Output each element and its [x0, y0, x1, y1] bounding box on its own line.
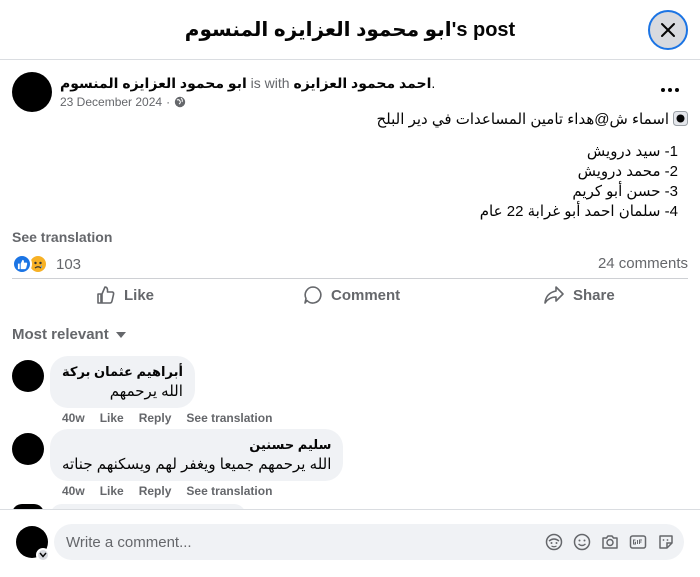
with-text: is with — [250, 75, 290, 91]
comment-text: الله يرحمهم — [109, 383, 183, 400]
reactions-summary[interactable]: 103 — [12, 254, 81, 274]
trailing-period: . — [431, 75, 436, 91]
commenter-avatar[interactable] — [12, 360, 44, 392]
composer-icons — [544, 532, 676, 552]
emoji-button[interactable] — [572, 532, 592, 552]
caret-down-icon — [115, 331, 126, 338]
dialog-header: ابو محمود العزايزه المنسوم's post — [0, 0, 700, 60]
comment-button[interactable]: Comment — [303, 285, 400, 305]
post-text: اسماء ش@هداء تامين المساعدات في دير البل… — [12, 110, 688, 222]
author-avatar[interactable] — [12, 72, 52, 112]
comment-bubble: سليم حسنين الله يرحمهم جميعا ويغفر لهم و… — [50, 429, 344, 481]
comment-reply-button[interactable]: Reply — [139, 484, 172, 498]
comment-like-button[interactable]: Like — [100, 484, 124, 498]
date-separator: · — [166, 95, 171, 109]
camera-button[interactable] — [600, 532, 620, 552]
comment-actions: 40w Like Reply See translation — [62, 484, 287, 498]
more-icon — [661, 88, 679, 92]
sticker-icon — [659, 535, 673, 549]
globe-icon — [174, 96, 186, 108]
dialog-title: ابو محمود العزايزه المنسوم's post — [184, 19, 516, 41]
comment-input[interactable] — [66, 524, 526, 560]
comment-age[interactable]: 40w — [62, 411, 85, 425]
post-date[interactable]: 23 December 2024 — [60, 95, 162, 109]
chevron-down-icon — [39, 552, 47, 558]
share-label: Share — [573, 286, 615, 304]
comment-input-box[interactable] — [54, 524, 684, 560]
commenter-name[interactable]: أبراهيم عثمان بركة — [62, 364, 183, 380]
emoji-icon — [573, 533, 591, 551]
commenter-name[interactable]: سليم حسنين — [62, 437, 331, 453]
list-item: 4- سلمان احمد أبو غرابة 22 عام — [479, 203, 678, 220]
comment-translate-link[interactable]: See translation — [186, 484, 272, 498]
camera-icon — [602, 535, 618, 549]
reaction-count: 103 — [56, 255, 82, 273]
like-label: Like — [124, 286, 155, 304]
comment-age[interactable]: 40w — [62, 484, 85, 498]
post-meta: 23 December 2024 · — [60, 95, 186, 109]
sticker-button[interactable] — [656, 532, 676, 552]
comment-text: الله يرحمهم جميعا ويغفر لهم ويسكنهم جنات… — [62, 456, 332, 473]
like-reaction-icon — [12, 254, 32, 274]
list-item: 2- محمد درويش — [577, 163, 678, 180]
post-intro: اسماء ش@هداء تامين المساعدات في دير البل… — [376, 111, 670, 128]
comment-label: Comment — [331, 286, 401, 304]
avatar-sticker-icon — [545, 533, 563, 551]
see-translation-link[interactable]: See translation — [12, 229, 112, 245]
comment-sort-dropdown[interactable]: Most relevant — [12, 326, 127, 343]
gif-button[interactable] — [628, 532, 648, 552]
author-line: ابو محمود العزايزه المنسوم is with احمد … — [60, 75, 435, 92]
share-icon — [544, 286, 564, 304]
like-button[interactable]: Like — [96, 285, 154, 305]
comment-actions: 40w Like Reply See translation — [62, 411, 287, 425]
comment-composer — [0, 509, 700, 577]
comment-icon — [304, 286, 322, 304]
comment-bubble: أبراهيم عثمان بركة الله يرحمهم — [50, 356, 195, 408]
account-switch-badge[interactable] — [36, 548, 50, 562]
avatar-sticker-button[interactable] — [544, 532, 564, 552]
tagged-name[interactable]: احمد محمود العزايزه — [293, 75, 431, 91]
list-item: 1- سيد درويش — [586, 143, 678, 160]
more-options-button[interactable] — [658, 80, 682, 100]
post-actions: Like Comment Share — [12, 278, 688, 312]
comments-count[interactable]: 24 comments — [598, 255, 688, 272]
sort-label: Most relevant — [12, 326, 109, 343]
gif-icon — [629, 535, 647, 549]
close-button[interactable] — [648, 10, 688, 50]
post-intro-line: اسماء ش@هداء تامين المساعدات في دير البل… — [12, 110, 688, 130]
comment-like-button[interactable]: Like — [100, 411, 124, 425]
close-icon — [661, 23, 675, 37]
record-icon — [673, 111, 688, 126]
commenter-avatar[interactable] — [12, 433, 44, 465]
list-item: 3- حسن أبو كريم — [572, 183, 678, 200]
share-button[interactable]: Share — [543, 285, 615, 305]
comment-reply-button[interactable]: Reply — [139, 411, 172, 425]
like-icon — [97, 286, 115, 304]
author-name[interactable]: ابو محمود العزايزه المنسوم — [60, 75, 247, 91]
comment-translate-link[interactable]: See translation — [186, 411, 272, 425]
